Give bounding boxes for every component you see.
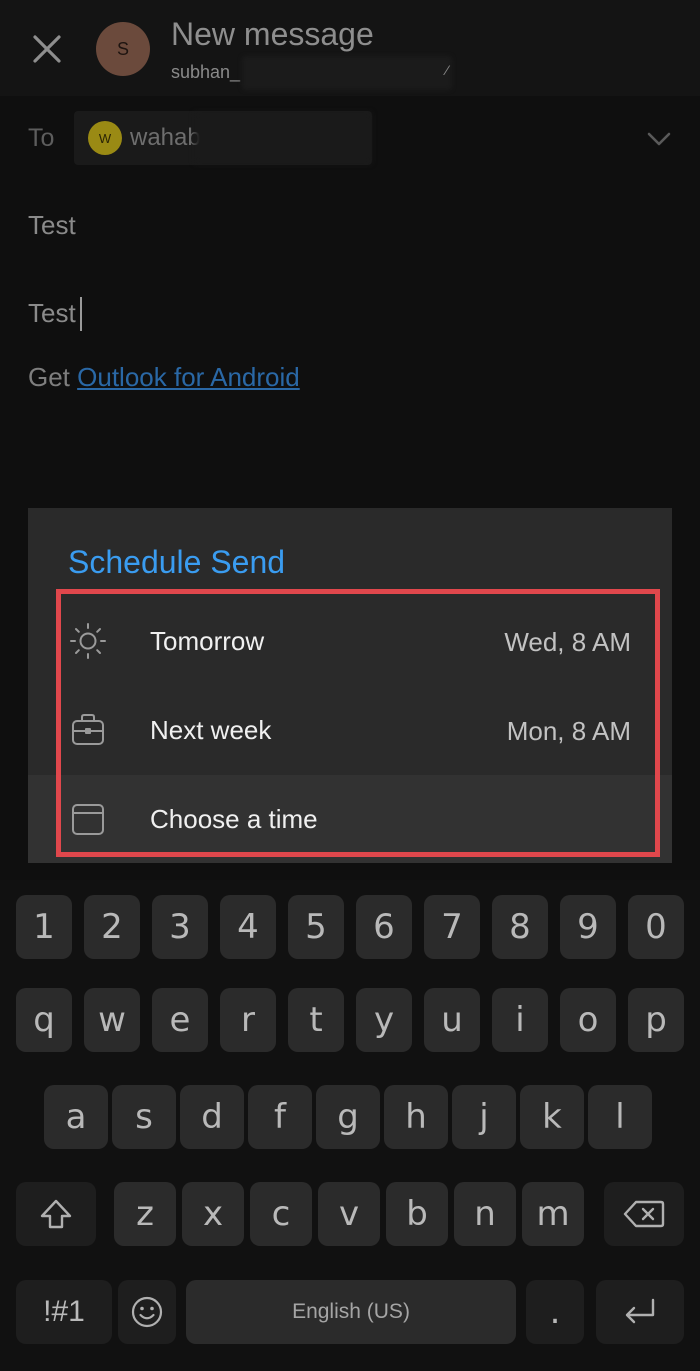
- emoji-icon: [131, 1296, 163, 1328]
- calendar-icon: [72, 804, 104, 835]
- key-v[interactable]: v: [318, 1182, 380, 1246]
- close-button[interactable]: [26, 28, 68, 70]
- key-8[interactable]: 8: [492, 895, 548, 959]
- key-h[interactable]: h: [384, 1085, 448, 1149]
- key-x[interactable]: x: [182, 1182, 244, 1246]
- option-time: Mon, 8 AM: [506, 716, 631, 746]
- chevron-down-icon: [647, 132, 671, 146]
- key-t[interactable]: t: [288, 988, 344, 1052]
- key-5[interactable]: 5: [288, 895, 344, 959]
- key-o[interactable]: o: [560, 988, 616, 1052]
- option-next-week[interactable]: Next week Mon, 8 AM: [28, 686, 672, 774]
- symbols-key[interactable]: !#1: [16, 1280, 112, 1344]
- key-i[interactable]: i: [492, 988, 548, 1052]
- key-m[interactable]: m: [522, 1182, 584, 1246]
- key-f[interactable]: f: [248, 1085, 312, 1149]
- signature: Get Outlook for Android: [28, 362, 300, 393]
- enter-key[interactable]: [596, 1280, 684, 1344]
- key-p[interactable]: p: [628, 988, 684, 1052]
- enter-icon: [625, 1298, 655, 1324]
- shift-icon: [40, 1199, 72, 1229]
- redacted-recipient-area: [195, 113, 371, 163]
- key-u[interactable]: u: [424, 988, 480, 1052]
- text-cursor: [80, 297, 82, 331]
- option-label: Tomorrow: [150, 626, 265, 656]
- outlook-android-link[interactable]: Outlook for Android: [77, 362, 300, 392]
- keyboard: 1 2 3 4 5 6 7 8 9 0 q w e r t y u i o p …: [0, 880, 700, 1371]
- key-3[interactable]: 3: [152, 895, 208, 959]
- signature-prefix: Get: [28, 362, 78, 392]
- key-e[interactable]: e: [152, 988, 208, 1052]
- schedule-send-dialog: Schedule Send Tomorrow Wed, 8 AM Next we…: [28, 508, 672, 863]
- to-label: To: [28, 124, 55, 152]
- recipient-avatar: W: [88, 121, 122, 155]
- backspace-key[interactable]: [604, 1182, 684, 1246]
- key-2[interactable]: 2: [84, 895, 140, 959]
- key-w[interactable]: w: [84, 988, 140, 1052]
- sun-icon: [70, 623, 106, 659]
- option-label: Next week: [150, 715, 272, 745]
- key-b[interactable]: b: [386, 1182, 448, 1246]
- key-0[interactable]: 0: [628, 895, 684, 959]
- option-time: Wed, 8 AM: [504, 627, 631, 657]
- key-g[interactable]: g: [316, 1085, 380, 1149]
- key-j[interactable]: j: [452, 1085, 516, 1149]
- close-icon: [33, 35, 61, 63]
- recipient-name: wahab: [130, 124, 201, 151]
- emoji-key[interactable]: [118, 1280, 176, 1344]
- space-key[interactable]: English (US): [186, 1280, 516, 1344]
- key-r[interactable]: r: [220, 988, 276, 1052]
- briefcase-icon: [72, 714, 104, 745]
- shift-key[interactable]: [16, 1182, 96, 1246]
- subject-field[interactable]: Test: [28, 210, 76, 241]
- key-l[interactable]: l: [588, 1085, 652, 1149]
- key-q[interactable]: q: [16, 988, 72, 1052]
- key-c[interactable]: c: [250, 1182, 312, 1246]
- key-4[interactable]: 4: [220, 895, 276, 959]
- expand-recipients-button[interactable]: [644, 124, 674, 154]
- backspace-icon: [623, 1200, 665, 1228]
- page-title: New message: [171, 16, 374, 52]
- key-k[interactable]: k: [520, 1085, 584, 1149]
- key-z[interactable]: z: [114, 1182, 176, 1246]
- key-7[interactable]: 7: [424, 895, 480, 959]
- option-tomorrow[interactable]: Tomorrow Wed, 8 AM: [28, 597, 672, 685]
- key-a[interactable]: a: [44, 1085, 108, 1149]
- body-field[interactable]: Test: [28, 298, 76, 329]
- sender-account[interactable]: subhan_: [171, 62, 240, 83]
- app-bar: S New message subhan_ ⁄: [0, 0, 700, 96]
- key-6[interactable]: 6: [356, 895, 412, 959]
- account-dropdown-icon[interactable]: ⁄: [446, 62, 448, 78]
- dialog-title: Schedule Send: [68, 544, 286, 580]
- sender-avatar[interactable]: S: [96, 22, 150, 76]
- redacted-account-area: [242, 56, 452, 90]
- key-9[interactable]: 9: [560, 895, 616, 959]
- key-d[interactable]: d: [180, 1085, 244, 1149]
- key-y[interactable]: y: [356, 988, 412, 1052]
- key-1[interactable]: 1: [16, 895, 72, 959]
- option-choose-time[interactable]: Choose a time: [28, 775, 672, 863]
- period-key[interactable]: .: [526, 1280, 584, 1344]
- key-s[interactable]: s: [112, 1085, 176, 1149]
- key-n[interactable]: n: [454, 1182, 516, 1246]
- option-label: Choose a time: [150, 804, 318, 834]
